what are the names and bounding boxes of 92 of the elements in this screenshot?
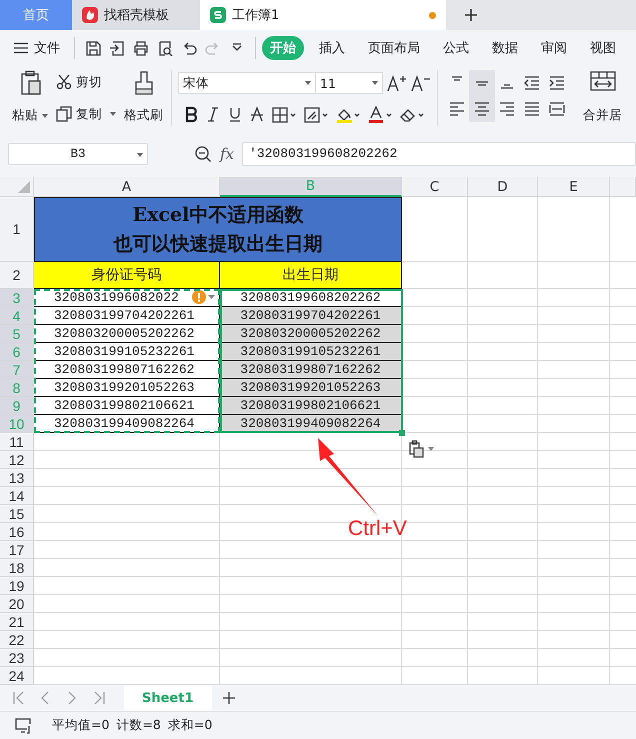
ribbon-tab[interactable]: 公式 <box>435 36 477 60</box>
insert-function-button[interactable]: fx <box>220 144 234 162</box>
table-cell: 320803199105232261 <box>34 343 220 361</box>
print-preview-icon[interactable] <box>157 40 173 56</box>
underline-icon[interactable] <box>228 106 242 124</box>
paste-button[interactable]: 粘贴 <box>10 66 50 130</box>
table-cell: 320803199807162262 <box>34 361 220 379</box>
increase-font-icon[interactable] <box>387 74 407 92</box>
merge-center-button[interactable]: 合并居 <box>569 66 624 130</box>
row-header[interactable]: 11 <box>0 433 34 451</box>
scissors-icon <box>56 74 72 90</box>
column-header[interactable]: D <box>468 177 538 197</box>
row-header[interactable]: 17 <box>0 541 34 559</box>
ribbon-tab[interactable]: 插入 <box>311 36 353 60</box>
row-header[interactable]: 21 <box>0 613 34 631</box>
strikethrough-icon[interactable] <box>250 106 264 124</box>
zoom-icon[interactable] <box>194 144 212 162</box>
table-cell: 320803199201052263 <box>34 379 220 397</box>
paintbrush-icon <box>132 70 154 96</box>
table-cell: 320803199105232261 <box>220 343 402 361</box>
add-sheet-icon[interactable] <box>222 691 236 705</box>
title-text: 也可以快速提取出生日期 <box>114 232 322 257</box>
caret-icon <box>428 447 434 451</box>
ribbon-tab[interactable]: 视图 <box>582 36 624 60</box>
row-header[interactable]: 1 <box>0 197 34 262</box>
row-header[interactable]: 22 <box>0 631 34 649</box>
export-icon[interactable] <box>109 40 125 56</box>
ribbon-tab[interactable]: 审阅 <box>533 36 575 60</box>
status-text: 计数=8 <box>116 717 161 734</box>
italic-icon[interactable] <box>206 106 220 124</box>
font-size-dropdown[interactable]: 11 <box>315 72 383 94</box>
status-text: 求和=0 <box>168 717 212 734</box>
header-cell: 身份证号码 <box>34 262 220 289</box>
table-cell: 320803199704202261 <box>34 307 220 325</box>
print-icon[interactable] <box>133 40 149 56</box>
row-header[interactable]: 12 <box>0 451 34 469</box>
table-cell: 320803200005202262 <box>220 325 402 343</box>
row-header[interactable]: 19 <box>0 577 34 595</box>
row-header[interactable]: 15 <box>0 505 34 523</box>
name-box[interactable]: B3 <box>8 142 148 164</box>
bold-icon[interactable] <box>184 106 198 124</box>
status-text: 平均值=0 <box>52 717 110 734</box>
ribbon-tab[interactable]: 页面布局 <box>360 36 428 60</box>
fill-handle[interactable] <box>399 430 405 436</box>
cut-button[interactable]: 剪切 <box>56 74 116 90</box>
ribbon-tab[interactable]: 数据 <box>484 36 526 60</box>
row-header[interactable]: 18 <box>0 559 34 577</box>
column-header[interactable]: E <box>538 177 610 197</box>
macro-icon[interactable] <box>15 716 33 734</box>
row-header[interactable]: 13 <box>0 469 34 487</box>
table-cell: 320803199704202261 <box>220 307 402 325</box>
table-cell: 320803200005202262 <box>34 325 220 343</box>
flame-logo-icon <box>82 7 98 23</box>
font-color-icon[interactable] <box>368 106 392 124</box>
save-icon[interactable] <box>85 40 101 56</box>
decrease-font-icon[interactable] <box>411 74 431 92</box>
align-middle-icon[interactable] <box>468 70 494 96</box>
table-cell: 320803199802106621 <box>34 397 220 415</box>
merge-cells-icon <box>590 70 616 92</box>
title-text: Excel中不适用函数 <box>132 203 304 228</box>
align-center-icon[interactable] <box>468 96 494 122</box>
row-header[interactable]: 20 <box>0 595 34 613</box>
sheet-logo-icon <box>210 7 226 23</box>
format-painter-button[interactable]: 格式刷 <box>122 66 165 130</box>
row-header[interactable]: 14 <box>0 487 34 505</box>
caret-icon <box>208 295 215 299</box>
copy-icon <box>56 106 72 122</box>
copy-button[interactable]: 复制 <box>56 106 116 122</box>
tab[interactable]: 找稻壳模板 <box>72 0 200 30</box>
annotation-text: Ctrl+V <box>348 517 407 541</box>
formula-input[interactable]: '320803199608202262 <box>242 142 636 166</box>
clipboard-icon <box>408 440 424 458</box>
paste-options-button[interactable] <box>408 440 434 458</box>
row-header[interactable]: 16 <box>0 523 34 541</box>
fill-pattern-icon[interactable] <box>304 106 328 124</box>
borders-icon[interactable] <box>272 106 296 124</box>
tab[interactable]: 工作簿1 <box>200 0 446 30</box>
font-dropdown[interactable]: 宋体 <box>178 72 316 94</box>
row-header[interactable]: 23 <box>0 649 34 667</box>
column-header[interactable]: A <box>34 177 220 197</box>
table-cell: 320803199201052263 <box>220 379 402 397</box>
new-tab-icon[interactable] <box>464 8 478 22</box>
header-cell: 出生日期 <box>220 262 402 289</box>
file-menu-button[interactable]: 文件 <box>14 39 68 57</box>
column-header[interactable]: C <box>402 177 468 197</box>
warning-icon <box>192 290 206 304</box>
row-header[interactable]: 24 <box>0 667 34 685</box>
table-cell: 320803199409082264 <box>34 415 220 433</box>
row-header[interactable]: 2 <box>0 262 34 289</box>
menu-icon <box>14 42 28 54</box>
table-cell: 320803199802106621 <box>220 397 402 415</box>
table-cell: 320803199807162262 <box>220 361 402 379</box>
